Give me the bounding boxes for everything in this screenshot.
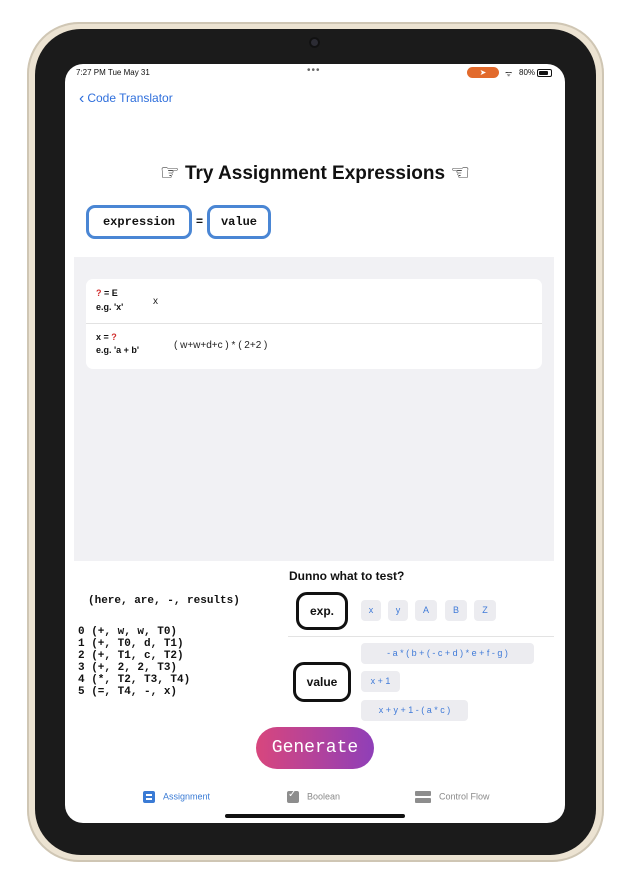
result-line: 0 (+, w, w, T0)	[78, 626, 178, 638]
variable-example: e.g. 'x'	[96, 302, 124, 312]
result-line: 5 (=, T4, -, x)	[78, 686, 178, 698]
variable-label: ? = E	[96, 288, 118, 298]
value-input[interactable]: ( w+w+d+c ) * ( 2+2 )	[174, 340, 267, 351]
page-title: ☞ Try Assignment Expressions ☜	[65, 160, 565, 186]
exp-chip-y[interactable]: y	[388, 600, 408, 621]
exp-chip-x[interactable]: x	[361, 600, 381, 621]
generate-button[interactable]: Generate	[256, 727, 374, 769]
tab-assignment-label: Assignment	[163, 791, 211, 802]
result-line: 1 (+, T0, d, T1)	[78, 638, 184, 650]
result-line: 4 (*, T2, T3, T4)	[78, 674, 191, 686]
camera	[309, 37, 320, 48]
value-example: e.g. 'a + b'	[96, 345, 140, 355]
page-title-text: Try Assignment Expressions	[184, 163, 446, 184]
variable-input[interactable]: x	[153, 296, 158, 307]
status-time: 7:27 PM Tue May 31	[76, 68, 150, 77]
equals-sign: =	[196, 214, 204, 228]
wifi-icon: ᯤ	[505, 69, 513, 78]
tab-assignment[interactable]: Assignment	[143, 791, 210, 803]
tab-control-flow-label: Control Flow	[439, 791, 490, 802]
status-bar: 7:27 PM Tue May 31 ••• ➤ ᯤ 80%	[65, 64, 565, 82]
exp-chip-b[interactable]: B	[445, 600, 467, 621]
tab-boolean[interactable]: Boolean	[287, 789, 341, 803]
value-label-box: value	[293, 662, 351, 702]
battery-icon	[537, 69, 552, 77]
exp-chip-z[interactable]: Z	[474, 600, 496, 621]
result-line: 3 (+, 2, 2, T3)	[78, 662, 178, 674]
back-label: Code Translator	[87, 91, 173, 105]
variable-row: ? = E e.g. 'x' x	[86, 279, 542, 324]
input-card: ? = E e.g. 'x' x x = ? e.g. 'a + b' ( w+…	[86, 279, 542, 369]
control-flow-icon	[415, 791, 431, 803]
value-chip-1[interactable]: - a * ( b + ( - c + d ) * e + f - g )	[361, 643, 534, 664]
question-mark: ?	[111, 332, 117, 342]
chevron-left-icon: ‹	[79, 90, 85, 107]
suggestions-divider	[288, 636, 554, 637]
value-token: value	[207, 205, 271, 239]
screen: 7:27 PM Tue May 31 ••• ➤ ᯤ 80% ‹ Code Tra…	[65, 64, 565, 823]
value-label-prefix: x =	[96, 332, 112, 342]
exp-chip-a[interactable]: A	[415, 600, 437, 621]
suggestions-title: Dunno what to test?	[289, 569, 405, 583]
tab-control-flow[interactable]: Control Flow	[415, 791, 490, 803]
value-row: x = ? e.g. 'a + b' ( w+w+d+c ) * ( 2+2 )	[86, 324, 542, 368]
tab-bar: Assignment Boolean Control Flow	[65, 786, 565, 812]
checkbox-icon	[287, 789, 299, 803]
pointing-right-hand-icon: ☞	[159, 160, 180, 185]
multitasking-dots[interactable]: •••	[307, 65, 321, 76]
swift-icon: ➤	[467, 67, 499, 78]
variable-label-suffix: = E	[101, 288, 118, 298]
back-button[interactable]: ‹ Code Translator	[79, 89, 173, 107]
exp-label-box: exp.	[296, 592, 348, 630]
expression-token: expression	[86, 205, 192, 239]
tab-boolean-label: Boolean	[307, 791, 341, 802]
home-indicator[interactable]	[225, 814, 405, 818]
value-label: x = ?	[96, 332, 117, 342]
value-chip-3[interactable]: x + y + 1 - ( a * c )	[361, 700, 468, 721]
battery-percent: 80%	[519, 68, 536, 77]
results-header: (here, are, -, results)	[88, 595, 240, 607]
assignment-icon	[143, 791, 155, 803]
result-line: 2 (+, T1, c, T2)	[78, 650, 184, 662]
value-chip-2[interactable]: x + 1	[361, 671, 400, 692]
pointing-left-hand-icon: ☜	[450, 160, 471, 185]
